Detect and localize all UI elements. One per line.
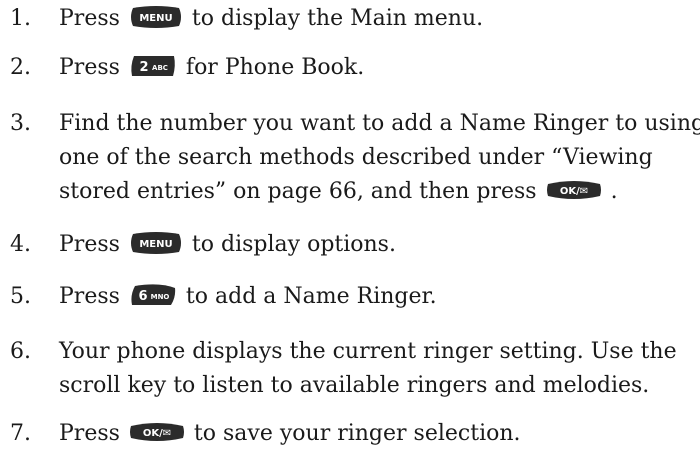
step-text: Press MENU to display options. (59, 228, 396, 262)
key-mno-label: MNO (151, 293, 170, 301)
step-text-after: to display options. (191, 232, 396, 257)
key-2abc-icon: 2 ABC (129, 54, 177, 78)
step-number: 4. (10, 232, 31, 257)
step-text: Press MENU to display the Main menu. (59, 2, 483, 36)
step-text-after: to save your ringer selection. (193, 421, 521, 446)
step-text-after: to display the Main menu. (191, 6, 484, 31)
ok-key-icon: OK/✉ (129, 420, 185, 444)
step-text-after: for Phone Book. (185, 55, 365, 80)
step-text-before: Press (59, 232, 120, 257)
ok-key-label: OK/✉ (143, 428, 171, 439)
step-text-line-1: Find the number you want to add a Name R… (59, 111, 700, 136)
step-text-after: to add a Name Ringer. (185, 284, 437, 309)
menu-key-label: MENU (139, 239, 172, 250)
step-text-line-2: one of the search methods described unde… (59, 145, 653, 170)
step-text-before: stored entries” on page 66, and then pre… (59, 179, 537, 204)
key-2-label: 2 (139, 60, 148, 75)
step-number: 5. (10, 284, 31, 309)
ok-key-icon: OK/✉ (546, 178, 602, 202)
instruction-steps: 1. Press MENU to display the Main menu. … (0, 0, 700, 451)
step-text: Press OK/✉ to save your ringer selection… (59, 417, 521, 451)
step-number: 3. (10, 111, 31, 136)
key-6mno-icon: 6 MNO (129, 283, 177, 307)
step-text-line-3: stored entries” on page 66, and then pre… (59, 175, 700, 209)
key-6-label: 6 (138, 289, 147, 304)
step-text-line-1: Your phone displays the current ringer s… (59, 339, 677, 364)
menu-key-label: MENU (139, 13, 172, 24)
step-number: 7. (10, 421, 31, 446)
step-text-before: Press (59, 55, 120, 80)
key-abc-label: ABC (152, 64, 168, 72)
menu-key-icon: MENU (129, 231, 183, 255)
step-text-before: Press (59, 421, 120, 446)
menu-key-icon: MENU (129, 5, 183, 29)
step-text: Your phone displays the current ringer s… (59, 335, 677, 403)
step-number: 1. (10, 6, 31, 31)
step-text-after: . (610, 179, 618, 204)
step-number: 6. (10, 339, 31, 364)
step-text-line-2: scroll key to listen to available ringer… (59, 373, 650, 398)
step-text-before: Press (59, 6, 120, 31)
step-text: Press 6 MNO to add a Name Ringer. (59, 280, 437, 314)
step-text: Press 2 ABC for Phone Book. (59, 51, 364, 85)
step-text: Find the number you want to add a Name R… (59, 107, 700, 209)
ok-key-label: OK/✉ (559, 186, 587, 197)
step-number: 2. (10, 55, 31, 80)
step-text-before: Press (59, 284, 120, 309)
